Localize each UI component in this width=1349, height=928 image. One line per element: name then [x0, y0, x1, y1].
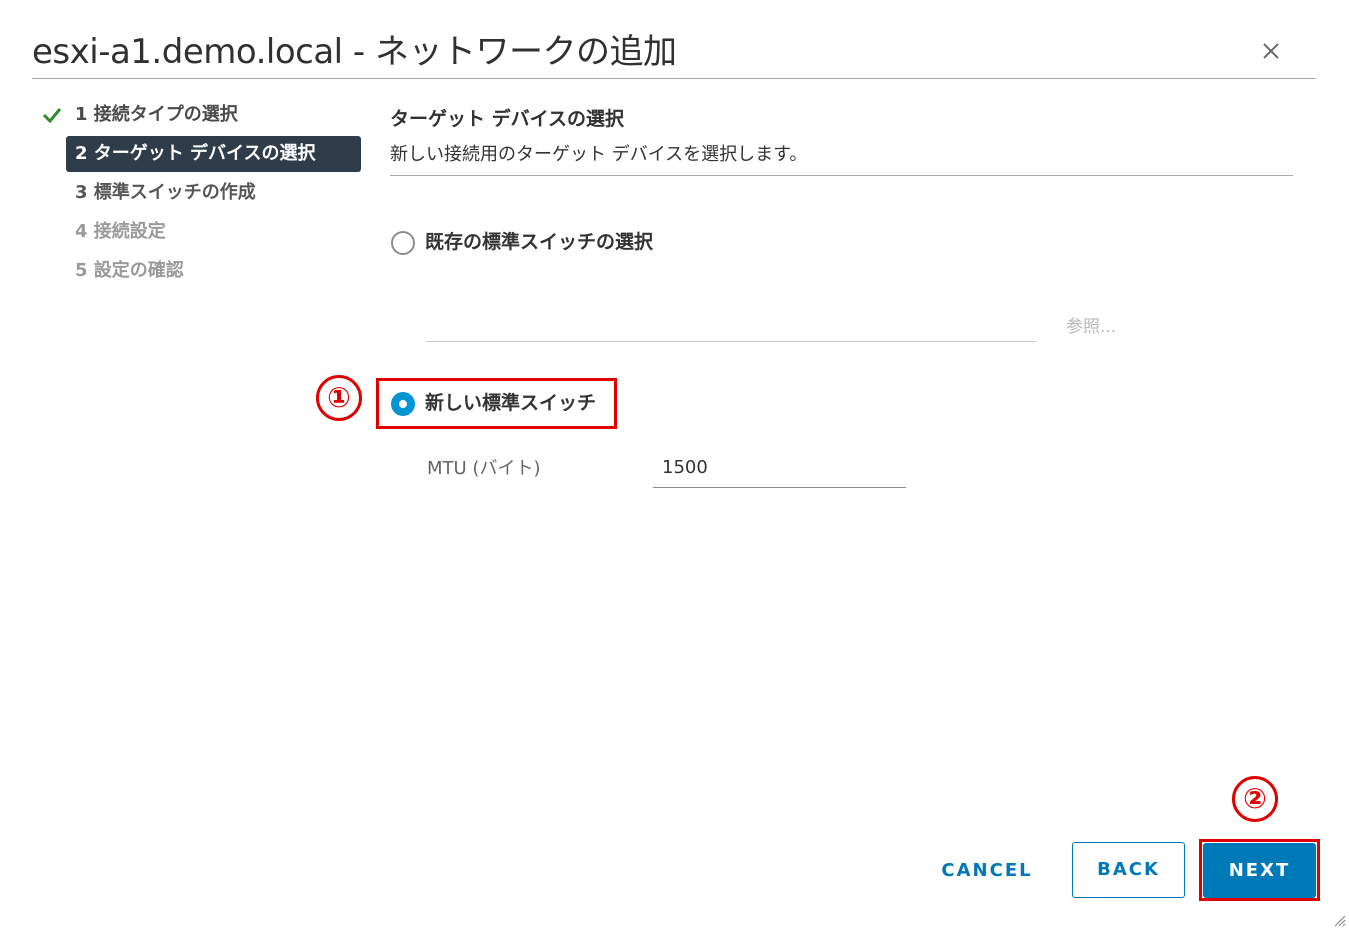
step-4-label: 4 接続設定: [75, 221, 166, 242]
browse-button: 参照...: [1066, 317, 1117, 337]
existing-switch-input: [426, 300, 1036, 342]
dialog-header: esxi-a1.demo.local - ネットワークの追加: [32, 28, 1316, 79]
step-5-label: 5 設定の確認: [75, 260, 184, 281]
content-description: 新しい接続用のターゲット デバイスを選択します。: [390, 144, 808, 165]
mtu-label: MTU (バイト): [427, 458, 541, 479]
resize-handle-icon[interactable]: [1332, 912, 1346, 927]
annotation-highlight-next: [1199, 839, 1320, 901]
step-3-label: 3 標準スイッチの作成: [75, 182, 256, 203]
step-2-label: 2 ターゲット デバイスの選択: [75, 143, 316, 164]
back-button[interactable]: BACK: [1072, 842, 1185, 898]
close-icon[interactable]: [1260, 40, 1282, 62]
annotation-marker-2: ②: [1232, 776, 1278, 822]
step-2[interactable]: 2 ターゲット デバイスの選択: [66, 136, 361, 172]
existing-switch-radio[interactable]: [391, 231, 415, 255]
mtu-input[interactable]: [653, 448, 906, 488]
new-switch-label[interactable]: 新しい標準スイッチ: [425, 390, 596, 416]
checkmark-icon: [42, 106, 62, 124]
new-switch-radio[interactable]: [391, 392, 415, 416]
dialog-title: esxi-a1.demo.local - ネットワークの追加: [32, 32, 677, 72]
cancel-button[interactable]: CANCEL: [930, 846, 1044, 896]
annotation-marker-1: ①: [316, 375, 362, 421]
existing-switch-label[interactable]: 既存の標準スイッチの選択: [425, 229, 653, 255]
content-title: ターゲット デバイスの選択: [390, 108, 625, 130]
step-1-label: 1 接続タイプの選択: [75, 104, 238, 125]
content-header: ターゲット デバイスの選択 新しい接続用のターゲット デバイスを選択します。: [390, 102, 1293, 176]
